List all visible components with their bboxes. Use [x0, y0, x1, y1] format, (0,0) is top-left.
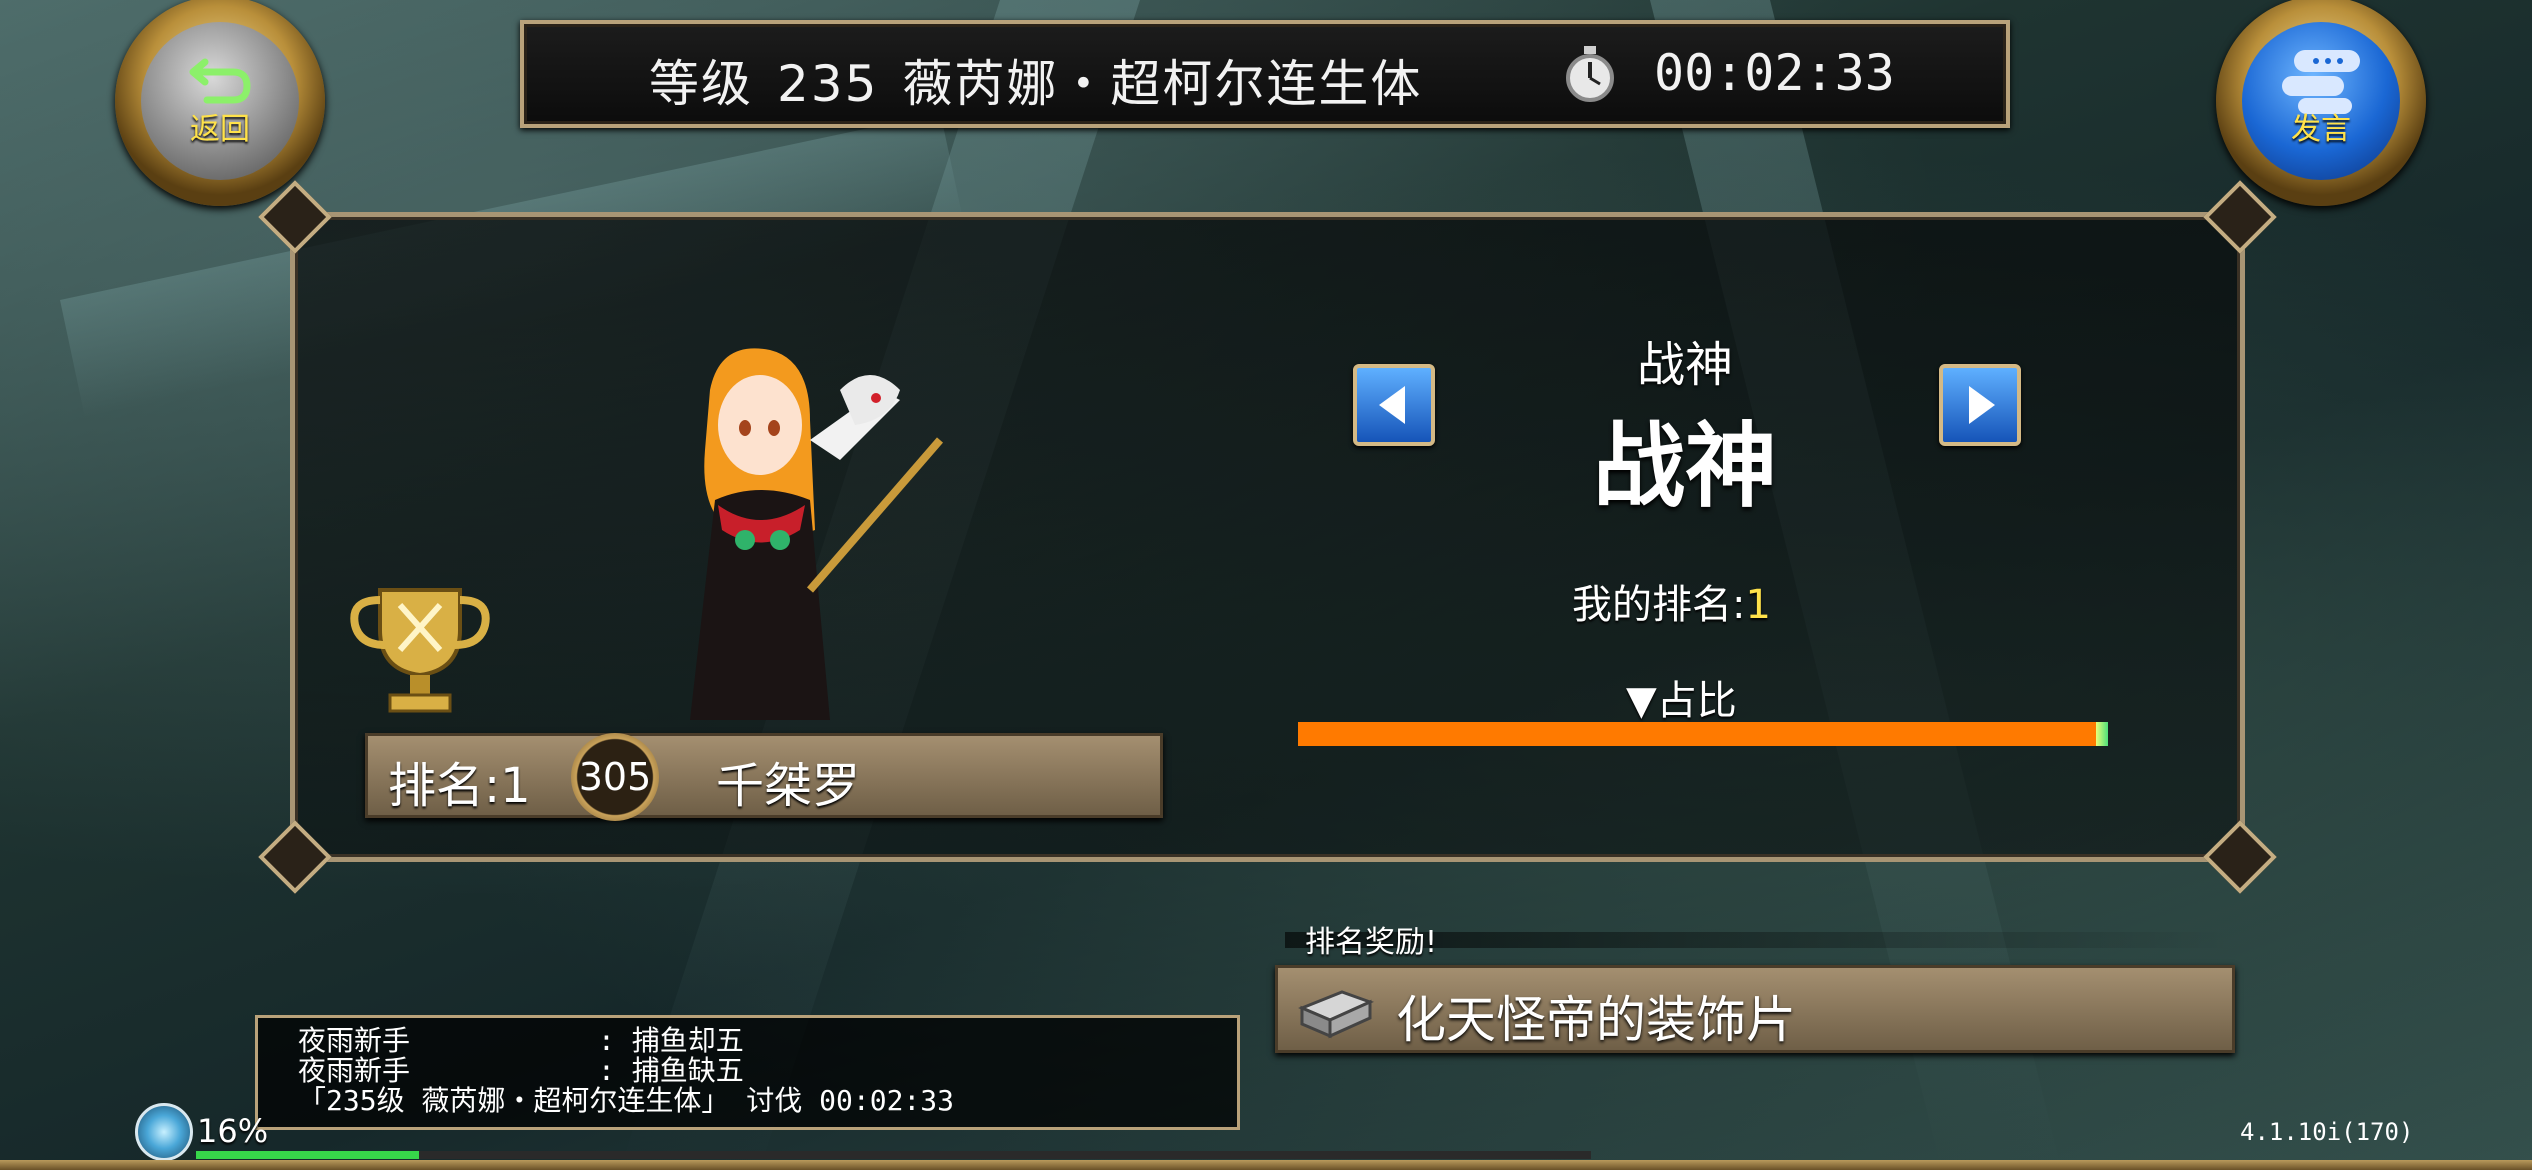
- boss-level: 235: [777, 55, 879, 113]
- my-rank-label: 我的排名:: [1572, 582, 1746, 628]
- my-rank-value: 1: [1745, 582, 1771, 628]
- chat-log[interactable]: 夜雨新手 : 捕鱼却五 夜雨新手 : 捕鱼缺五 「235级 薇芮娜・超柯尔连生体」 …: [255, 1015, 1240, 1130]
- version-label: 4.1.10i(170): [2240, 1118, 2414, 1146]
- my-rank: 我的排名:1: [1572, 572, 1771, 630]
- chat-message: 夜雨新手 : 捕鱼却五: [298, 1026, 744, 1056]
- panel-corner: [258, 820, 332, 894]
- player-character-figure: [690, 348, 944, 720]
- ranking-entry[interactable]: 排名:1 305 千桀罗: [365, 733, 1163, 821]
- category-title: 战神: [1592, 413, 1777, 520]
- next-category-button[interactable]: [1939, 364, 2021, 446]
- chat-message: 夜雨新手 : 捕鱼缺五: [298, 1056, 744, 1086]
- chat-text: : 捕鱼缺五: [598, 1054, 744, 1087]
- boss-title: 等级 235 薇芮娜・超柯尔连生体: [649, 44, 1446, 116]
- category-subtitle: 战神: [1636, 337, 1733, 393]
- back-button[interactable]: 返回: [115, 0, 325, 206]
- back-button-face: [141, 22, 299, 180]
- speak-button-label: 发言: [2291, 112, 2351, 147]
- chat-text: : 捕鱼却五: [598, 1024, 744, 1057]
- bottom-border: [0, 1160, 2532, 1170]
- chat-message: 「235级 薇芮娜・超柯尔连生体」 讨伐 00:02:33: [298, 1086, 954, 1116]
- metal-ingot-icon: [1298, 990, 1375, 1039]
- right-arrow-icon: [1969, 386, 1995, 424]
- trophy-icon: [350, 588, 490, 713]
- speak-button-face: [2242, 22, 2400, 180]
- panel-corner: [2203, 180, 2277, 254]
- back-arrow-icon: [189, 58, 251, 104]
- exp-bar: [196, 1151, 1591, 1159]
- reward-label: 排名奖励!: [1305, 925, 1438, 960]
- share-bar: [1298, 722, 2108, 746]
- chat-sender: 夜雨新手: [298, 1054, 411, 1087]
- stopwatch-icon: [1566, 46, 1614, 102]
- left-arrow-icon: [1379, 386, 1405, 424]
- reward-item[interactable]: 化天怪帝的装饰片: [1275, 965, 2235, 1053]
- prev-category-button[interactable]: [1353, 364, 1435, 446]
- panel-corner: [2203, 820, 2277, 894]
- exp-percent: 16%: [197, 1112, 269, 1150]
- share-label: ▼占比: [1626, 678, 1737, 724]
- back-button-label: 返回: [190, 112, 250, 147]
- rank-text: 排名:1: [388, 758, 531, 814]
- chat-text: 「235级 薇芮娜・超柯尔连生体」 讨伐 00:02:33: [298, 1084, 955, 1117]
- orb-icon[interactable]: [135, 1103, 193, 1161]
- player-name: 千桀罗: [716, 758, 861, 814]
- reward-item-name: 化天怪帝的装饰片: [1396, 991, 1796, 1049]
- battle-timer: 00:02:33: [1654, 44, 1895, 102]
- chat-sender: 夜雨新手: [298, 1024, 411, 1057]
- level-label: 等级: [649, 55, 753, 113]
- share-bar-fill: [1298, 722, 2096, 746]
- share-bar-end: [2096, 722, 2108, 746]
- boss-header: 等级 235 薇芮娜・超柯尔连生体 00:02:33: [520, 20, 2010, 128]
- boss-name: 薇芮娜・超柯尔连生体: [902, 55, 1423, 113]
- exp-bar-fill: [196, 1151, 420, 1159]
- player-level-badge: 305: [571, 733, 659, 821]
- speak-button[interactable]: 发言: [2216, 0, 2426, 206]
